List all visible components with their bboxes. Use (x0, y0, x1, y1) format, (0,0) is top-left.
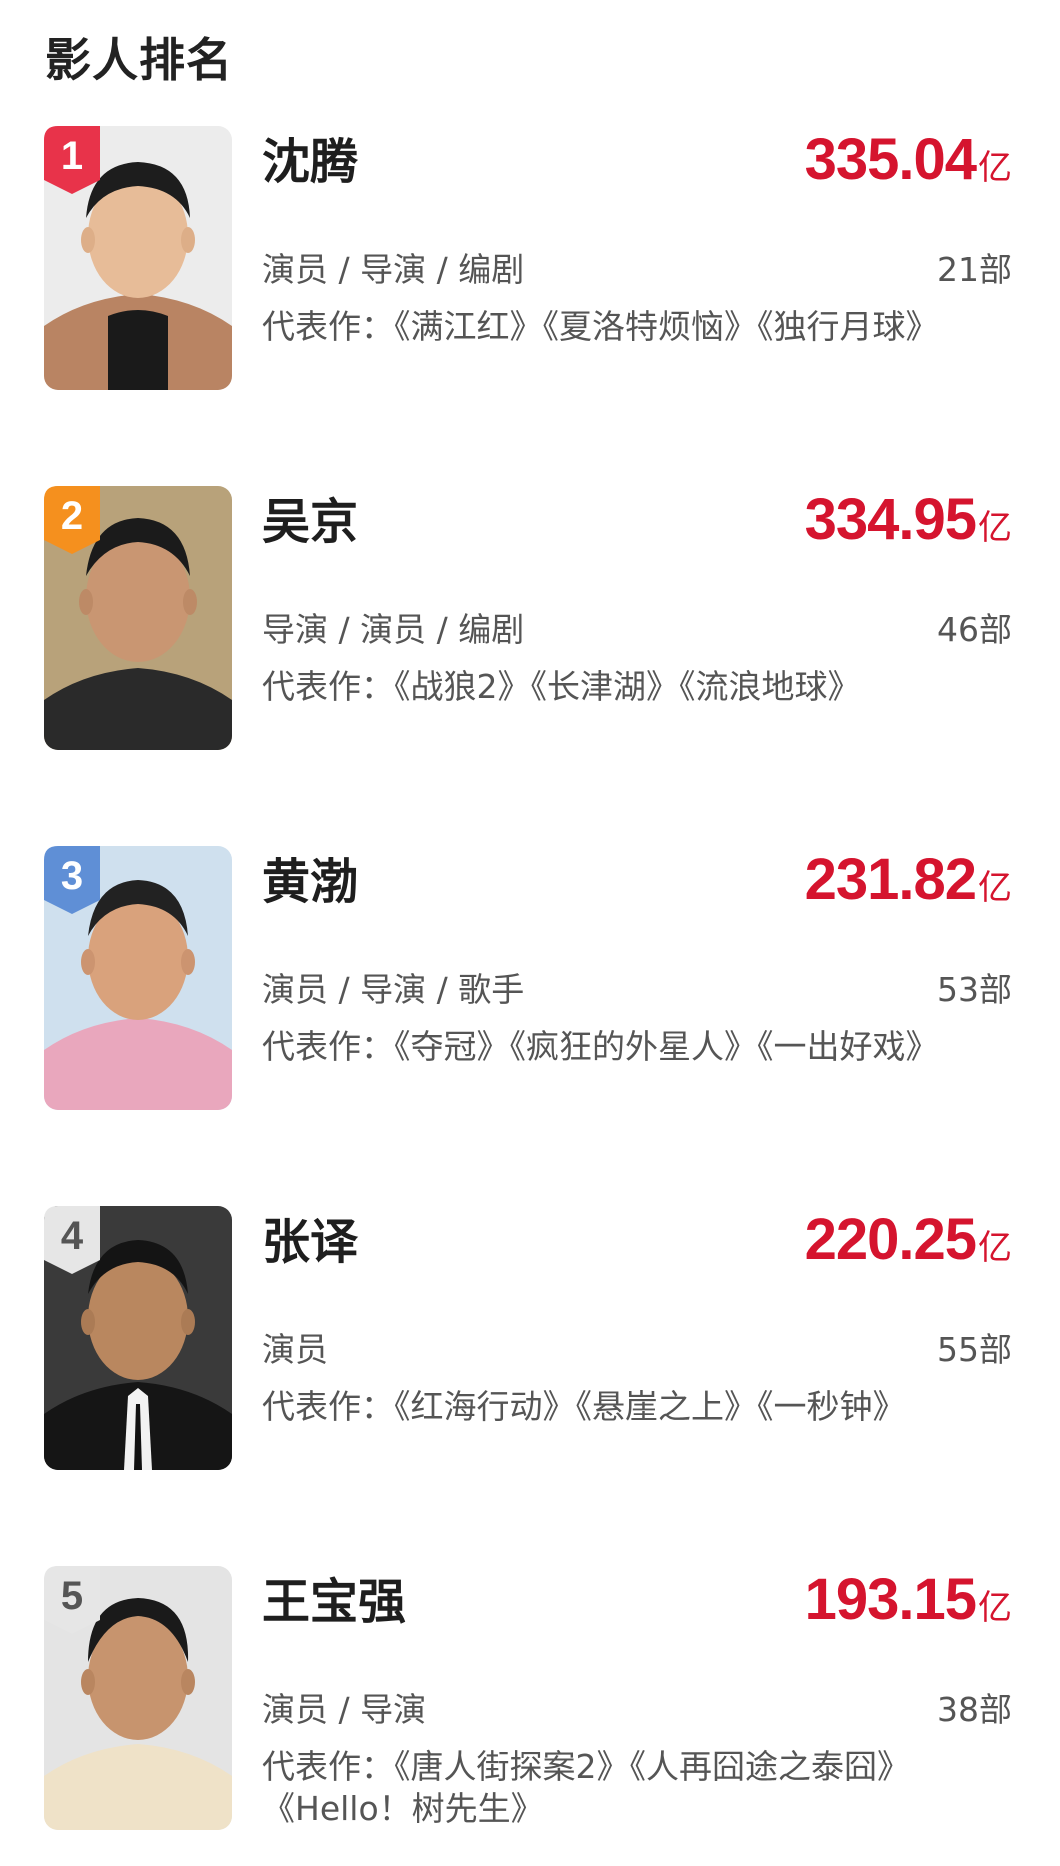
ranking-item[interactable]: 3 黄渤 231.82 亿 演员 / 导演 / 歌手 53部 代表作：《夺冠》《… (0, 846, 1060, 1146)
rank-number: 3 (60, 854, 84, 898)
roles: 演员 / 导演 / 编剧 (262, 250, 525, 289)
box-office-value: 231.82 (804, 847, 977, 912)
person-name[interactable]: 张译 (262, 1212, 358, 1272)
box-office-value: 220.25 (804, 1207, 977, 1272)
rank-badge: 4 (44, 1206, 100, 1274)
box-office: 334.95 亿 (805, 488, 1012, 552)
rank-badge: 1 (44, 126, 100, 194)
box-office: 231.82 亿 (805, 848, 1012, 912)
film-count: 38部 (937, 1690, 1012, 1729)
box-office: 193.15 亿 (805, 1568, 1012, 1632)
person-name[interactable]: 黄渤 (262, 852, 358, 912)
representative-works: 代表作：《红海行动》《悬崖之上》《一秒钟》 (262, 1387, 906, 1426)
roles: 演员 (262, 1330, 328, 1369)
rank-number: 5 (60, 1574, 84, 1618)
ranking-item[interactable]: 4 张译 220.25 亿 演员 55部 代表作：《红海行动》《悬崖之上》《一秒… (0, 1206, 1060, 1506)
box-office-value: 335.04 (804, 127, 977, 192)
box-office-value: 334.95 (804, 487, 977, 552)
rank-badge: 3 (44, 846, 100, 914)
representative-works: 代表作：《满江红》《夏洛特烦恼》《独行月球》 (262, 307, 939, 346)
film-count: 55部 (937, 1330, 1012, 1369)
box-office-unit: 亿 (978, 1588, 1012, 1628)
person-name[interactable]: 吴京 (262, 492, 358, 552)
roles: 演员 / 导演 / 歌手 (262, 970, 525, 1009)
film-count: 53部 (937, 970, 1012, 1009)
roles: 导演 / 演员 / 编剧 (262, 610, 525, 649)
box-office: 220.25 亿 (805, 1208, 1012, 1272)
representative-works: 代表作：《战狼2》《长津湖》《流浪地球》 (262, 667, 861, 706)
box-office-unit: 亿 (978, 1228, 1012, 1268)
box-office: 335.04 亿 (805, 128, 1012, 192)
person-name[interactable]: 沈腾 (262, 132, 358, 192)
box-office-unit: 亿 (978, 508, 1012, 548)
representative-works: 代表作：《夺冠》《疯狂的外星人》《一出好戏》 (262, 1027, 939, 1066)
box-office-unit: 亿 (978, 868, 1012, 908)
film-count: 21部 (937, 250, 1012, 289)
box-office-value: 193.15 (804, 1567, 977, 1632)
ranking-list: 1 沈腾 335.04 亿 演员 / 导演 / 编剧 21部 代表作：《满江红》… (0, 0, 1060, 1848)
box-office-unit: 亿 (978, 148, 1012, 188)
representative-works: 代表作：《唐人街探案2》《人再囧途之泰囧》《Hello！树先生》 (262, 1747, 910, 1828)
rank-badge: 2 (44, 486, 100, 554)
ranking-item[interactable]: 5 王宝强 193.15 亿 演员 / 导演 38部 代表作：《唐人街探案2》《… (0, 1566, 1060, 1866)
rank-badge: 5 (44, 1566, 100, 1634)
rank-number: 4 (60, 1214, 84, 1258)
person-name[interactable]: 王宝强 (262, 1572, 406, 1632)
film-count: 46部 (937, 610, 1012, 649)
rank-number: 2 (60, 494, 84, 538)
roles: 演员 / 导演 (262, 1690, 427, 1729)
ranking-item[interactable]: 2 吴京 334.95 亿 导演 / 演员 / 编剧 46部 代表作：《战狼2》… (0, 486, 1060, 786)
ranking-item[interactable]: 1 沈腾 335.04 亿 演员 / 导演 / 编剧 21部 代表作：《满江红》… (0, 126, 1060, 426)
rank-number: 1 (60, 134, 84, 178)
